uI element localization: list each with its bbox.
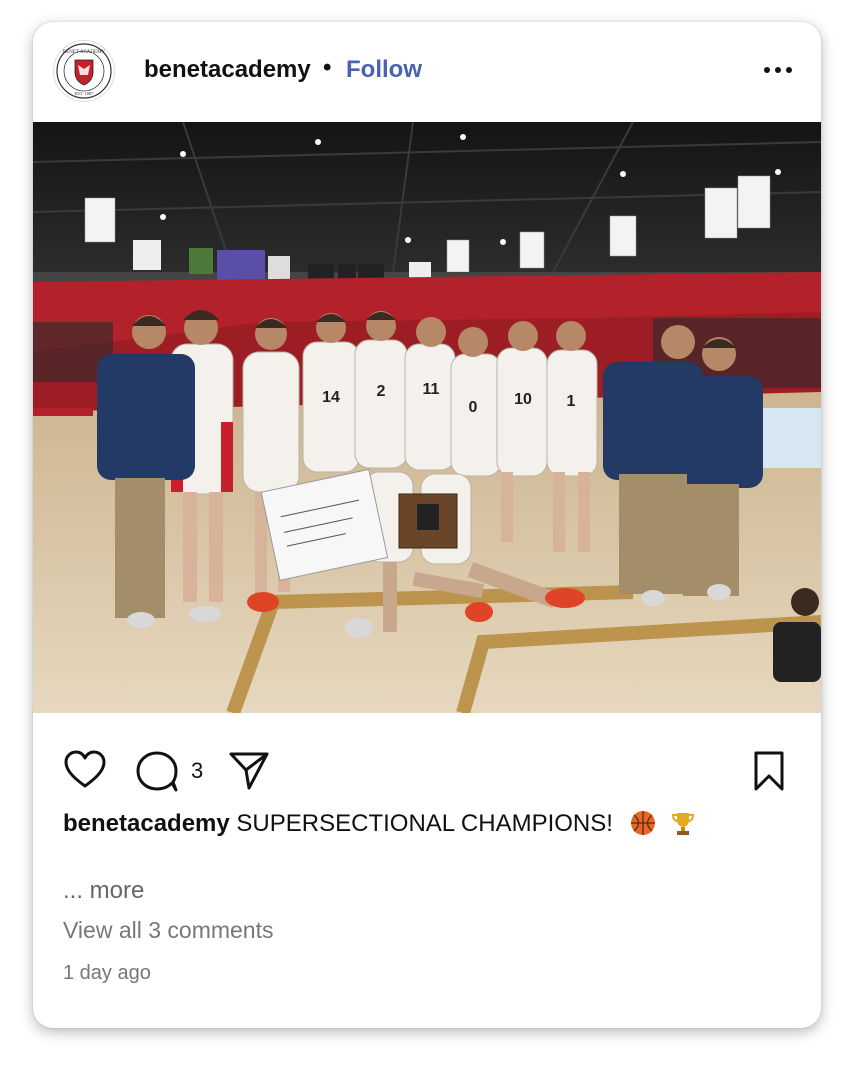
post-actions	[33, 742, 821, 802]
heart-icon	[64, 750, 106, 788]
svg-text:0: 0	[469, 399, 478, 416]
like-button[interactable]	[63, 750, 107, 795]
send-icon	[229, 752, 269, 790]
post-username[interactable]: benetacademy	[144, 56, 311, 84]
avatar[interactable]: BENET ACADEMY EST. 1887	[53, 40, 115, 102]
comment-icon	[136, 751, 178, 792]
more-options-button[interactable]	[761, 58, 795, 82]
benet-seal-logo: BENET ACADEMY EST. 1887	[56, 43, 112, 99]
share-button[interactable]	[227, 748, 271, 797]
post-caption: benetacademy SUPERSECTIONAL CHAMPIONS!	[63, 810, 803, 843]
trophy-icon	[670, 810, 696, 843]
comment-count: 3	[191, 758, 204, 783]
svg-text:EST. 1887: EST. 1887	[75, 91, 95, 96]
svg-text:14: 14	[322, 389, 340, 406]
comment-button[interactable]	[135, 750, 179, 797]
post-timestamp: 1 day ago	[63, 962, 151, 984]
post-header: BENET ACADEMY EST. 1887 benetacademy • F…	[33, 22, 821, 122]
post-image[interactable]: 14 2 11 0 10 1	[33, 122, 821, 713]
basketball-icon	[630, 810, 656, 843]
more-link[interactable]: ... more	[63, 877, 144, 905]
more-horizontal-icon	[764, 67, 792, 73]
caption-username[interactable]: benetacademy	[63, 810, 230, 837]
svg-text:BENET ACADEMY: BENET ACADEMY	[63, 50, 106, 55]
team-photo: 14 2 11 0 10 1	[33, 122, 821, 713]
save-button[interactable]	[749, 750, 789, 797]
separator-dot: •	[323, 54, 332, 81]
svg-text:10: 10	[514, 391, 532, 408]
svg-text:1: 1	[567, 393, 576, 410]
caption-text: SUPERSECTIONAL CHAMPIONS!	[236, 810, 613, 837]
svg-text:2: 2	[377, 383, 386, 400]
svg-text:11: 11	[423, 381, 440, 398]
follow-button[interactable]: Follow	[346, 56, 422, 84]
view-all-comments-link[interactable]: View all 3 comments	[63, 917, 274, 944]
post-card: BENET ACADEMY EST. 1887 benetacademy • F…	[33, 22, 821, 1028]
bookmark-icon	[754, 751, 784, 791]
